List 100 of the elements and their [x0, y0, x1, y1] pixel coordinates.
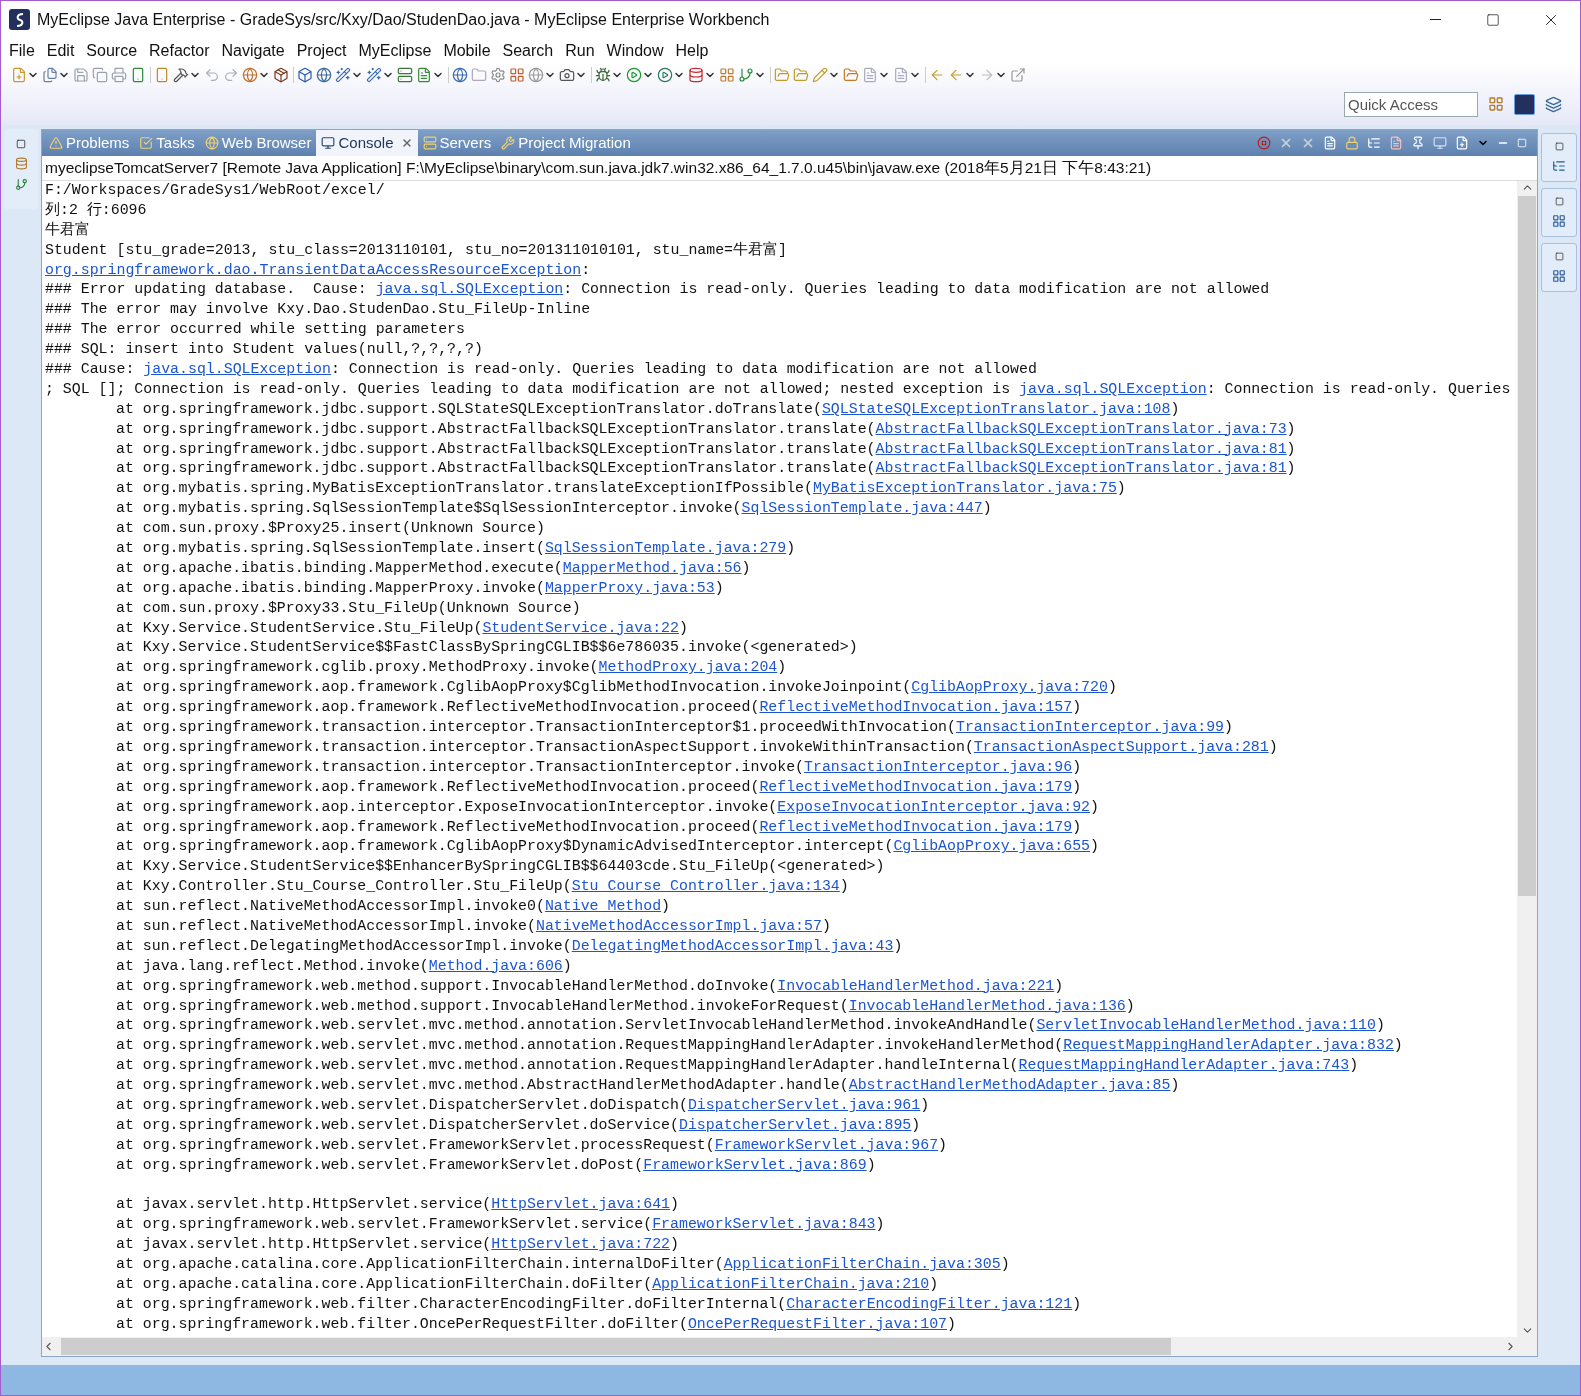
folder-icon[interactable]	[471, 67, 487, 83]
source-link[interactable]: AbstractFallbackSQLExceptionTranslator.java:81	[875, 439, 1287, 460]
source-link[interactable]: InvocableHandlerMethod.java:221	[777, 976, 1055, 997]
remove-all-icon[interactable]	[1301, 136, 1315, 150]
phone-icon[interactable]	[130, 67, 146, 83]
bug-icon[interactable]	[595, 67, 611, 83]
source-link[interactable]: ServletInvocableHandlerMethod.java:110	[1036, 1016, 1376, 1037]
globe-icon[interactable]	[452, 67, 468, 83]
maximize-icon[interactable]	[1517, 138, 1527, 148]
document-icon[interactable]	[416, 67, 432, 83]
source-link[interactable]: MyBatisExceptionTranslator.java:75	[813, 479, 1117, 500]
wand-icon[interactable]	[366, 67, 382, 83]
view-tab[interactable]: Web Browser	[199, 130, 317, 156]
source-link[interactable]: TransactionInterceptor.java:99	[955, 718, 1225, 738]
source-link[interactable]: java.sql.SQLException	[375, 280, 564, 301]
panel-icon[interactable]	[1552, 269, 1566, 283]
source-link[interactable]: TransactionAspectSupport.java:281	[973, 737, 1269, 758]
source-link[interactable]: StudentService.java:22	[482, 618, 679, 639]
list-icon[interactable]	[1367, 136, 1381, 150]
menu-item[interactable]: Source	[80, 38, 144, 63]
source-link[interactable]: Method.java:606	[428, 956, 563, 977]
database-icon[interactable]	[688, 67, 704, 83]
copy-icon[interactable]	[92, 67, 108, 83]
branch-icon[interactable]	[14, 178, 28, 191]
source-link[interactable]: ReflectiveMethodInvocation.java:157	[759, 698, 1073, 719]
vertical-scrollbar[interactable]	[1517, 181, 1537, 1337]
view-tab[interactable]: Servers	[417, 130, 497, 156]
printer-icon[interactable]	[111, 67, 127, 83]
menu-item[interactable]: Search	[496, 38, 560, 63]
restore-icon[interactable]	[1554, 197, 1564, 206]
hammer-icon[interactable]	[173, 67, 189, 83]
source-link[interactable]: DelegatingMethodAccessorImpl.java:43	[571, 936, 894, 957]
source-link[interactable]: AbstractFallbackSQLExceptionTranslator.java:81	[875, 459, 1287, 480]
menu-item[interactable]: MyEclipse	[352, 38, 438, 63]
menu-item[interactable]: Run	[559, 38, 601, 63]
play-icon[interactable]	[657, 67, 673, 83]
source-link[interactable]: AbstractHandlerMethodAdapter.java:85	[848, 1076, 1171, 1096]
source-link[interactable]: java.sql.SQLException	[143, 360, 331, 380]
branch-icon[interactable]	[738, 67, 754, 83]
source-link[interactable]: ApplicationFilterChain.java:210	[652, 1275, 930, 1295]
server-icon[interactable]	[397, 67, 413, 83]
source-link[interactable]: InvocableHandlerMethod.java:136	[848, 996, 1126, 1017]
layers-icon[interactable]	[1545, 95, 1562, 113]
source-link[interactable]: SqlSessionTemplate.java:447	[741, 499, 983, 520]
globe-icon[interactable]	[242, 67, 258, 83]
source-link[interactable]: NativeMethodAccessorImpl.java:57	[536, 916, 822, 937]
source-link[interactable]: RequestMappingHandlerAdapter.java:832	[1063, 1036, 1394, 1057]
menu-item[interactable]: Window	[600, 38, 670, 63]
view-tab[interactable]: Console	[316, 130, 418, 156]
source-link[interactable]: MapperMethod.java:56	[562, 558, 742, 579]
view-tab[interactable]: Problems	[44, 130, 135, 156]
source-link[interactable]: CglibAopProxy.java:720	[911, 678, 1108, 699]
stop-icon[interactable]	[1257, 136, 1271, 150]
source-link[interactable]: SqlSessionTemplate.java:279	[544, 539, 787, 559]
source-link[interactable]: ReflectiveMethodInvocation.java:179	[759, 777, 1073, 798]
files-icon[interactable]	[42, 67, 58, 83]
wand-icon[interactable]	[335, 67, 351, 83]
grid-icon[interactable]	[509, 67, 525, 83]
source-link[interactable]: CharacterEncodingFilter.java:121	[786, 1294, 1073, 1315]
box-icon[interactable]	[297, 67, 313, 83]
source-link[interactable]: OncePerRequestFilter.java:107	[687, 1314, 948, 1335]
gear-icon[interactable]	[490, 67, 506, 83]
quick-access-field[interactable]: Quick Access	[1344, 91, 1478, 117]
close-tab-icon[interactable]	[400, 137, 413, 149]
globe-icon[interactable]	[316, 67, 332, 83]
source-link[interactable]: HttpServlet.java:722	[491, 1235, 671, 1256]
document-icon[interactable]	[1389, 136, 1403, 150]
pin-icon[interactable]	[1411, 136, 1425, 150]
folder-icon[interactable]	[774, 67, 790, 83]
source-link[interactable]: DispatcherServlet.java:961	[687, 1095, 921, 1116]
view-tab[interactable]: Tasks	[134, 130, 200, 156]
source-link[interactable]: RequestMappingHandlerAdapter.java:743	[1018, 1056, 1350, 1077]
source-link[interactable]: org.springframework.dao.TransientDataAccessResourceException	[45, 260, 582, 281]
menu-item[interactable]: Edit	[40, 38, 81, 63]
source-link[interactable]: java.sql.SQLException	[1019, 379, 1207, 400]
outline-icon[interactable]	[1552, 159, 1566, 173]
restore-icon[interactable]	[16, 139, 26, 149]
source-link[interactable]: FrameworkServlet.java:843	[652, 1215, 876, 1236]
source-link[interactable]: SQLStateSQLExceptionTranslator.java:108	[821, 399, 1171, 420]
file-plus-icon[interactable]	[1455, 136, 1469, 150]
database-icon[interactable]	[14, 157, 28, 170]
menu-item[interactable]: File	[3, 38, 41, 63]
source-link[interactable]: Stu_Course_Controller.java:134	[571, 877, 840, 898]
menu-item[interactable]: Refactor	[143, 38, 216, 63]
menu-item[interactable]: Navigate	[215, 38, 291, 63]
source-link[interactable]: MethodProxy.java:204	[598, 658, 778, 679]
horizontal-scrollbar[interactable]	[42, 1337, 1537, 1356]
source-link[interactable]: ReflectiveMethodInvocation.java:179	[759, 817, 1073, 838]
remove-icon[interactable]	[1279, 136, 1293, 150]
open-perspective-icon[interactable]	[1488, 96, 1504, 112]
menu-item[interactable]: Project	[290, 38, 353, 63]
menu-item[interactable]: Mobile	[437, 38, 497, 63]
source-link[interactable]: Native Method	[544, 897, 662, 917]
source-link[interactable]: CglibAopProxy.java:655	[893, 837, 1090, 858]
source-link[interactable]: FrameworkServlet.java:869	[643, 1155, 867, 1176]
source-link[interactable]: FrameworkServlet.java:967	[714, 1135, 939, 1156]
source-link[interactable]: MapperProxy.java:53	[544, 578, 715, 599]
view-tab[interactable]: Project Migration	[496, 130, 636, 156]
source-link[interactable]: ExposeInvocationInterceptor.java:92	[777, 797, 1091, 818]
source-link[interactable]: TransactionInterceptor.java:96	[804, 757, 1073, 778]
